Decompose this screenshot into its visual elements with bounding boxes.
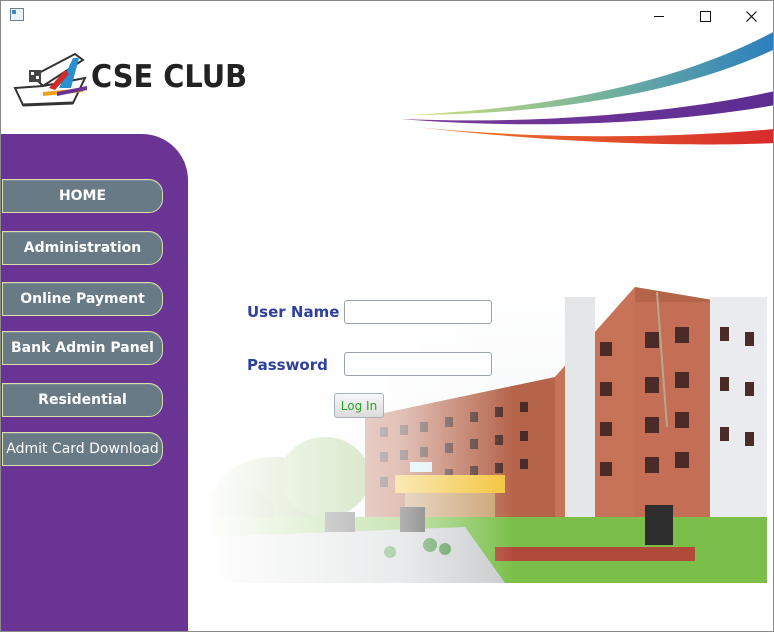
close-icon (745, 10, 757, 22)
close-button[interactable] (728, 1, 773, 31)
header-swoosh-graphic (401, 32, 773, 145)
sidebar-item-administration[interactable]: Administration (2, 231, 163, 265)
username-label: User Name (247, 303, 340, 321)
username-input[interactable] (344, 300, 492, 324)
minimize-icon (654, 15, 664, 17)
login-button[interactable]: Log In (334, 393, 384, 418)
sidebar-item-residential[interactable]: Residential (2, 383, 163, 417)
password-label: Password (247, 356, 328, 374)
sidebar-item-home[interactable]: HOME (2, 179, 163, 213)
sidebar-item-bank-admin-panel[interactable]: Bank Admin Panel (2, 331, 163, 365)
logo-text: CSE CLUB (91, 59, 248, 95)
password-input[interactable] (344, 352, 492, 376)
maximize-button[interactable] (682, 1, 728, 31)
title-bar (1, 1, 773, 31)
maximize-icon (699, 10, 711, 22)
sidebar-item-admit-card-download[interactable]: Admit Card Download (2, 432, 163, 466)
sidebar-item-online-payment[interactable]: Online Payment (2, 282, 163, 316)
app-window: CSE CLUB HOME Administration Online Paym… (0, 0, 774, 632)
minimize-button[interactable] (636, 1, 682, 31)
app-icon (10, 8, 24, 21)
